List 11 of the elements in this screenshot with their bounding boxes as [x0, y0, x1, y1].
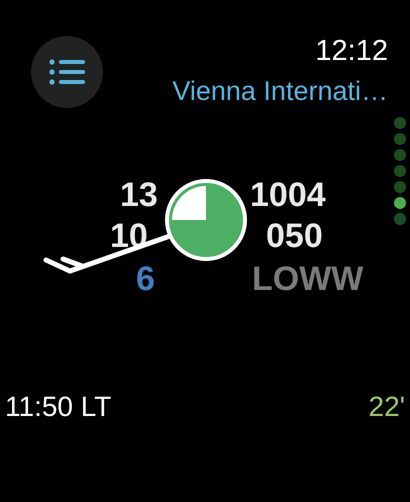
pressure-value: 1004 [250, 178, 326, 212]
local-time: 11:50 LT [5, 390, 112, 424]
clock-time: 12:12 [315, 34, 388, 68]
cloud-base-value: 050 [266, 219, 323, 253]
visibility-value: 6 [136, 262, 155, 296]
cloud-cover-icon [165, 179, 247, 261]
station-name: Vienna Internati… [172, 75, 388, 108]
station-code: LOWW [252, 262, 364, 296]
temperature-value: 13 [120, 178, 158, 212]
report-age: 22' [368, 390, 405, 424]
menu-icon [49, 59, 85, 85]
